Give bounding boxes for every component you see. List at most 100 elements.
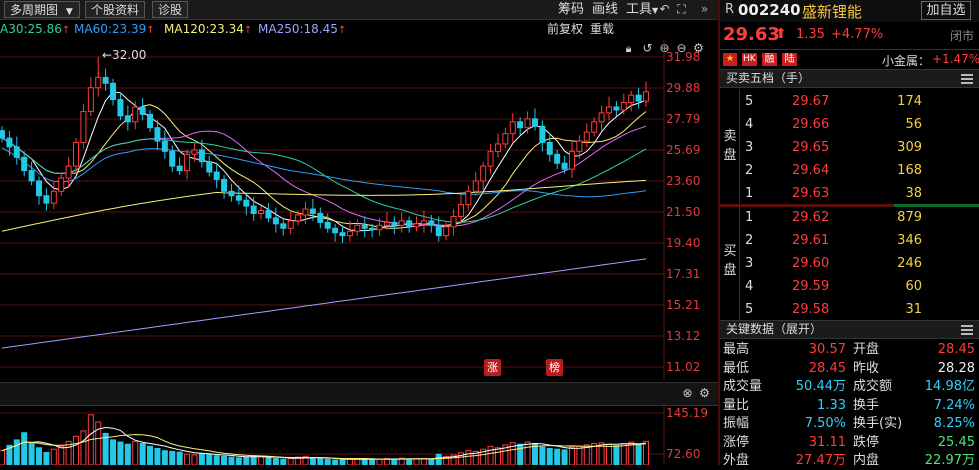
candle-body	[480, 165, 487, 182]
chip-button[interactable]: 筹码	[558, 2, 584, 18]
price-ytick-label: 27.79	[666, 112, 701, 126]
keydata-label: 最高	[723, 342, 750, 357]
buy-row[interactable]: 5 29.58 31	[740, 298, 979, 321]
sell-row[interactable]: 1 29.63 38	[740, 182, 979, 205]
candle-body	[73, 141, 80, 167]
stock-code: 002240	[738, 1, 801, 19]
period-dropdown[interactable]: 多周期图 ▼	[4, 1, 80, 18]
volume-bar	[576, 445, 583, 465]
candle-body	[117, 99, 124, 117]
volume-bar	[568, 446, 575, 465]
candle-body	[124, 115, 131, 123]
candle-body	[620, 102, 627, 111]
sector-label[interactable]: 小金属：	[882, 52, 930, 69]
sell-row[interactable]: 2 29.64 168	[740, 159, 979, 182]
keydata-value: 8.25%	[933, 416, 975, 431]
fullscreen-icon[interactable]: ⛶	[674, 2, 689, 17]
keydata-value: 14.98亿	[924, 379, 975, 394]
close-icon[interactable]: ⊗	[680, 386, 695, 401]
quote-header: R 002240 盛新锂能 加自选	[720, 0, 979, 22]
volume-bar	[169, 450, 176, 465]
keydata-header[interactable]: 关键数据（展开）	[720, 320, 979, 339]
volume-bar	[420, 458, 427, 465]
candle-body	[221, 178, 228, 192]
buy-row[interactable]: 3 29.60 246	[740, 252, 979, 275]
tools-dropdown[interactable]: 工具▼	[626, 2, 658, 19]
price-ytick-label: 19.40	[666, 236, 701, 250]
price-ytick-label: 29.88	[666, 81, 701, 95]
menu-icon[interactable]	[961, 74, 973, 84]
undo-icon[interactable]: ↶	[657, 2, 672, 17]
menu-icon[interactable]	[961, 325, 973, 335]
candle-body	[398, 220, 405, 226]
diagnose-button[interactable]: 诊股	[152, 1, 189, 18]
buy-row[interactable]: 2 29.61 346	[740, 229, 979, 252]
candle-body	[613, 106, 620, 111]
buy-row[interactable]: 1 29.62 879	[740, 206, 979, 229]
more-button[interactable]: »	[697, 2, 712, 17]
stock-name: 盛新锂能	[802, 3, 863, 21]
fq-before-button[interactable]: 前复权	[547, 22, 583, 37]
candle-body	[457, 204, 464, 217]
level: 5	[745, 94, 754, 109]
volume-bar	[191, 454, 198, 465]
candle-body	[184, 153, 191, 172]
volume-bar	[110, 439, 117, 465]
level: 2	[745, 233, 754, 248]
volume-bar	[117, 441, 124, 465]
orderbook-header[interactable]: 买卖五档（手）	[720, 69, 979, 88]
hk-connect-badge[interactable]: HK	[742, 53, 757, 66]
volume-bar	[465, 450, 472, 465]
candle-body	[198, 149, 205, 163]
sell-label-text: 卖盘	[723, 129, 737, 163]
buy-label-text: 买盘	[723, 244, 737, 278]
reload-button[interactable]: 重载	[590, 22, 614, 37]
volume-bar	[221, 455, 228, 465]
candle-body	[643, 91, 649, 102]
margin-badge[interactable]: 融	[762, 53, 777, 66]
sell-row[interactable]: 3 29.65 309	[740, 136, 979, 159]
candle-body	[443, 226, 450, 237]
limit-up-tag[interactable]: 涨	[484, 359, 501, 376]
last-price: 29.63	[723, 24, 780, 45]
volume-bar	[228, 456, 235, 465]
candle-body	[391, 221, 398, 226]
kline-chart-area[interactable]: 多周期图 ▼ 个股资料 诊股 筹码 画线 工具▼ ↶ ⛶ » A30:25.86…	[0, 0, 718, 465]
volume-bar	[620, 442, 627, 465]
candle-body	[324, 221, 331, 229]
candle-body	[605, 106, 612, 114]
add-watchlist-button[interactable]: 加自选	[921, 1, 971, 20]
volume-bar	[132, 440, 139, 465]
market-status: 闭市	[950, 29, 975, 43]
draw-line-button[interactable]: 画线	[592, 2, 618, 18]
order-volume: 31	[905, 302, 922, 317]
volume-bar	[21, 432, 28, 465]
price-ytick-label: 21.50	[666, 205, 701, 219]
candle-body	[206, 161, 213, 173]
sell-row[interactable]: 4 29.66 56	[740, 113, 979, 136]
sell-row[interactable]: 5 29.67 174	[740, 90, 979, 113]
price-change: 1.35	[796, 27, 825, 42]
ma120-label: MA120:23.34↑	[164, 22, 252, 38]
settings-gear-icon[interactable]: ⚙	[697, 386, 712, 401]
price-chart-svg[interactable]	[0, 40, 718, 380]
ma120-line	[1, 179, 647, 232]
candle-body	[428, 220, 435, 226]
stock-info-button[interactable]: 个股资料	[85, 1, 146, 18]
keydata-label: 跌停	[853, 434, 880, 450]
volume-bar	[213, 455, 220, 465]
candle-body	[539, 125, 546, 143]
volume-bar	[613, 445, 620, 465]
candle-body	[87, 87, 94, 112]
keydata-value: 25.45	[937, 434, 975, 450]
candle-body	[28, 170, 35, 182]
volume-bar	[58, 445, 65, 465]
volume-chart-svg[interactable]	[0, 406, 718, 465]
order-price: 29.65	[792, 140, 830, 155]
chevron-down-icon: ▼	[65, 7, 73, 17]
candle-body	[583, 131, 590, 142]
northbound-badge[interactable]: 陆	[782, 53, 797, 66]
volume-bar	[73, 435, 80, 465]
ranking-tag[interactable]: 榜	[546, 359, 563, 376]
buy-row[interactable]: 4 29.59 60	[740, 275, 979, 298]
